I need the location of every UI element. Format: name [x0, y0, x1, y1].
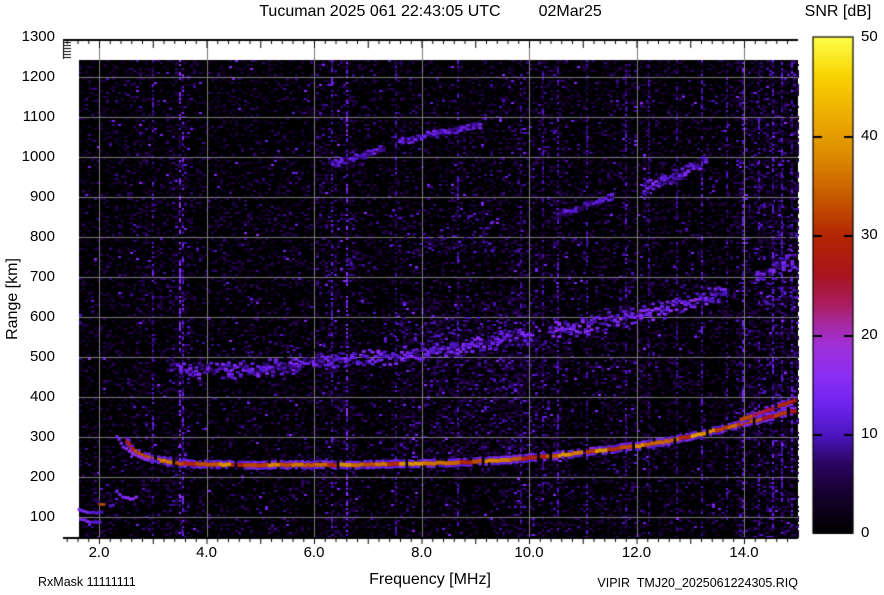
y-tick-label: 600 — [29, 308, 55, 325]
plot-title-station-time: Tucuman 2025 061 22:43:05 UTC — [259, 3, 501, 20]
rx-mask-label: RxMask 11111111 — [38, 575, 136, 589]
x-tick-label: 8.0 — [411, 544, 432, 561]
x-tick-label: 12.0 — [621, 544, 652, 561]
x-tick-label: 4.0 — [196, 544, 217, 561]
y-tick-label: 500 — [29, 348, 55, 365]
ionogram-page: Tucuman 2025 061 22:43:05 UTC 02Mar25 SNR… — [0, 0, 884, 595]
y-tick-label: 700 — [29, 268, 55, 285]
y-tick-label: 900 — [29, 188, 55, 205]
plot-title: Tucuman 2025 061 22:43:05 UTC 02Mar25 — [63, 3, 798, 21]
ionogram-plot-canvas — [0, 0, 884, 595]
colorbar-tick-label: 30 — [861, 226, 878, 244]
y-tick-label: 200 — [29, 468, 55, 485]
colorbar-title: SNR [dB] — [804, 3, 872, 20]
y-tick-label: 1000 — [21, 148, 55, 165]
x-tick-label: 10.0 — [514, 544, 544, 561]
y-tick-label: 800 — [29, 228, 55, 245]
colorbar-tick-label: 0 — [861, 524, 870, 541]
colorbar-tick-label: 20 — [861, 325, 878, 343]
y-tick-label: 300 — [29, 428, 55, 445]
colorbar-tick-label: 10 — [861, 424, 878, 442]
x-tick-label: 14.0 — [729, 544, 759, 561]
filename-label: VIPIR TMJ20_2025061224305.RIQ — [597, 576, 798, 590]
x-tick-label: 6.0 — [303, 544, 325, 561]
y-tick-label: 400 — [29, 388, 55, 405]
y-tick-label: 100 — [29, 508, 55, 525]
x-axis-label: Frequency [MHz] — [369, 571, 491, 588]
y-tick-label: 1300 — [21, 28, 55, 45]
y-tick-label: 1100 — [22, 108, 55, 125]
x-tick-label: 2.0 — [88, 544, 110, 561]
y-tick-label: 1200 — [21, 68, 55, 85]
plot-title-date: 02Mar25 — [538, 3, 602, 20]
colorbar-tick-label: 50 — [861, 28, 878, 45]
colorbar-tick-label: 40 — [861, 127, 878, 145]
